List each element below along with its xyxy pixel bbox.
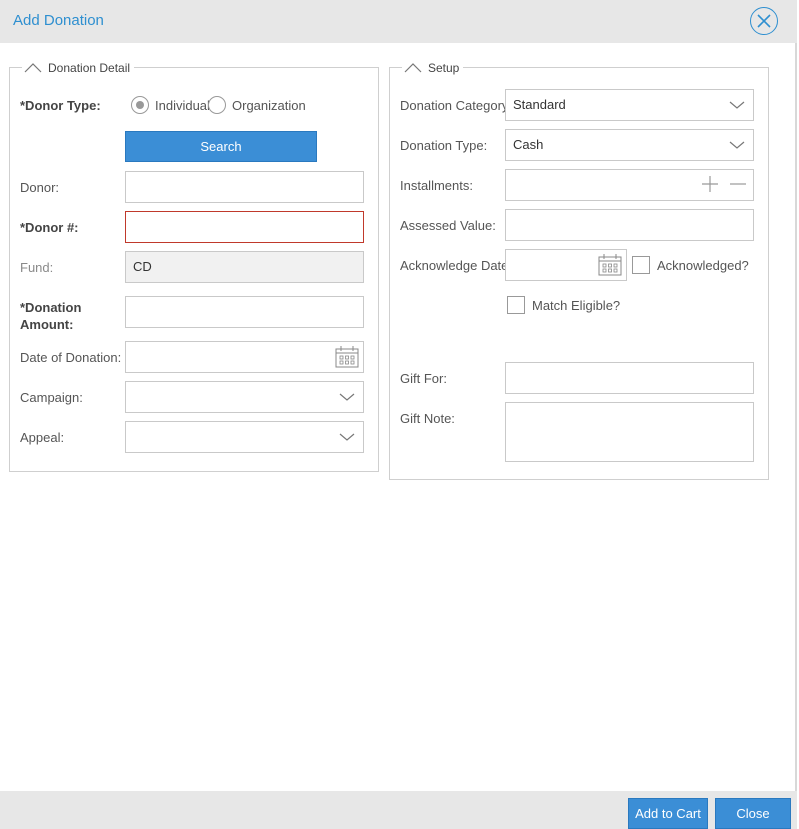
close-button[interactable]: Close — [715, 798, 791, 829]
radio-selected-icon — [131, 96, 149, 114]
donor-input[interactable] — [133, 172, 363, 201]
assessed-value-field[interactable] — [505, 209, 754, 241]
donor-number-label: *Donor #: — [20, 220, 79, 235]
chevron-up-icon — [24, 63, 42, 73]
acknowledged-checkbox[interactable]: Acknowledged? — [632, 256, 749, 274]
stepper-controls — [701, 175, 747, 193]
acknowledge-date-field[interactable] — [505, 249, 627, 281]
donor-type-individual-radio[interactable]: Individual — [131, 96, 210, 114]
dialog-footer: Add to Cart Close — [0, 791, 797, 829]
donation-detail-legend-label: Donation Detail — [48, 61, 131, 75]
plus-icon[interactable] — [701, 175, 719, 193]
search-individuals-organizations-button[interactable]: Search Individuals/Organizations — [125, 131, 317, 183]
donor-field[interactable] — [125, 171, 364, 203]
date-of-donation-input[interactable] — [133, 342, 328, 371]
calendar-icon[interactable] — [598, 254, 622, 276]
chevron-down-icon — [339, 393, 355, 401]
donation-category-select[interactable]: Standard — [505, 89, 754, 121]
campaign-label: Campaign: — [20, 390, 83, 405]
donor-type-organization-radio[interactable]: Organization — [208, 96, 306, 114]
match-eligible-checkbox[interactable]: Match Eligible? — [507, 296, 620, 314]
donation-category-value: Standard — [513, 97, 566, 112]
calendar-icon[interactable] — [335, 346, 359, 368]
setup-legend-label: Setup — [428, 61, 460, 75]
date-of-donation-label: Date of Donation: — [20, 350, 122, 365]
donation-detail-legend[interactable]: Donation Detail — [22, 60, 135, 76]
installments-stepper[interactable] — [505, 169, 754, 201]
donation-amount-field[interactable] — [125, 296, 364, 328]
gift-note-textarea[interactable] — [505, 402, 754, 462]
donation-amount-label: *Donation Amount: — [20, 300, 81, 333]
setup-legend[interactable]: Setup — [402, 60, 464, 76]
donor-type-label: *Donor Type: — [20, 98, 101, 113]
date-of-donation-field[interactable] — [125, 341, 364, 373]
appeal-label: Appeal: — [20, 430, 65, 445]
donor-number-input[interactable] — [133, 212, 363, 241]
dialog-titlebar: Add Donation — [0, 0, 797, 43]
installments-label: Installments: — [400, 178, 473, 193]
individual-label: Individual — [155, 97, 210, 113]
donation-category-label: Donation Category: — [400, 98, 513, 113]
close-icon[interactable] — [750, 7, 778, 35]
donation-type-label: Donation Type: — [400, 138, 488, 153]
acknowledged-label: Acknowledged? — [657, 257, 749, 273]
assessed-value-input[interactable] — [513, 210, 753, 239]
add-to-cart-button[interactable]: Add to Cart — [628, 798, 708, 829]
acknowledge-date-label: Acknowledge Date: — [400, 258, 513, 273]
campaign-select[interactable] — [125, 381, 364, 413]
fund-field: CD — [125, 251, 364, 283]
chevron-up-icon — [404, 63, 422, 73]
checkbox-box — [632, 256, 650, 274]
donation-amount-label-line1: *Donation — [20, 300, 82, 315]
donation-type-value: Cash — [513, 137, 544, 152]
donation-amount-input[interactable] — [133, 297, 363, 326]
chevron-down-icon — [339, 433, 355, 441]
donor-label: Donor: — [20, 180, 60, 195]
organization-label: Organization — [232, 97, 306, 113]
gift-for-label: Gift For: — [400, 371, 447, 386]
fund-label: Fund: — [20, 260, 54, 275]
minus-icon[interactable] — [729, 175, 747, 193]
gift-for-input[interactable] — [513, 363, 753, 392]
add-donation-dialog: Add Donation Donation Detail *Donor Type… — [0, 0, 797, 829]
appeal-select[interactable] — [125, 421, 364, 453]
radio-unselected-icon — [208, 96, 226, 114]
assessed-value-label: Assessed Value: — [400, 218, 496, 233]
donation-type-select[interactable]: Cash — [505, 129, 754, 161]
match-eligible-label: Match Eligible? — [532, 297, 621, 313]
gift-for-field[interactable] — [505, 362, 754, 394]
gift-note-label: Gift Note: — [400, 411, 455, 426]
checkbox-box — [507, 296, 525, 314]
chevron-down-icon — [729, 101, 745, 109]
donation-amount-label-line2: Amount: — [20, 317, 74, 332]
dialog-title: Add Donation — [13, 12, 104, 29]
acknowledge-date-input[interactable] — [513, 250, 597, 279]
chevron-down-icon — [729, 141, 745, 149]
donor-number-field[interactable] — [125, 211, 364, 243]
installments-input[interactable] — [513, 170, 693, 199]
